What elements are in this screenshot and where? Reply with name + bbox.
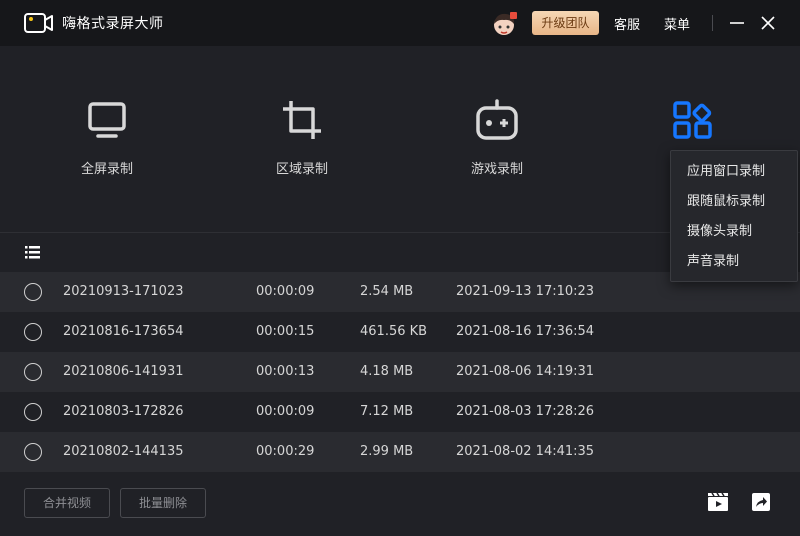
table-row[interactable]: 20210802-144135 00:00:29 2.99 MB 2021-08… [0, 432, 800, 472]
share-icon[interactable] [751, 492, 771, 512]
footer-bar: 合并视频 批量删除 [0, 472, 800, 536]
recording-name: 20210816-173654 [63, 324, 184, 339]
row-select-radio[interactable] [24, 323, 42, 341]
dropdown-item-window[interactable]: 应用窗口录制 [671, 157, 797, 187]
table-row[interactable]: 20210806-141931 00:00:13 4.18 MB 2021-08… [0, 352, 800, 392]
recording-name: 20210913-171023 [63, 284, 184, 299]
camera-logo-icon [24, 13, 53, 33]
recording-duration: 00:00:13 [256, 364, 315, 379]
mode-region-label: 区域录制 [275, 162, 328, 177]
crop-icon [283, 101, 321, 139]
dropdown-item-audio[interactable]: 声音录制 [671, 247, 797, 277]
recording-duration: 00:00:15 [256, 324, 315, 339]
gamepad-icon [476, 99, 518, 140]
recording-duration: 00:00:29 [256, 444, 315, 459]
titlebar-divider [712, 15, 713, 31]
recording-name: 20210803-172826 [63, 404, 184, 419]
recording-duration: 00:00:09 [256, 284, 315, 299]
recording-size: 2.99 MB [360, 444, 414, 459]
row-select-radio[interactable] [24, 283, 42, 301]
recording-size: 7.12 MB [360, 404, 414, 419]
mode-game-label: 游戏录制 [470, 162, 523, 177]
title-bar: 嗨格式录屏大师 升级团队 客服 菜单 [0, 0, 800, 46]
dropdown-item-camera[interactable]: 摄像头录制 [671, 217, 797, 247]
recording-size: 4.18 MB [360, 364, 414, 379]
mode-fullscreen-label: 全屏录制 [80, 162, 133, 177]
row-select-radio[interactable] [24, 443, 42, 461]
recording-date: 2021-08-06 14:19:31 [456, 364, 595, 379]
row-select-radio[interactable] [24, 363, 42, 381]
recording-date: 2021-08-02 14:41:35 [456, 444, 595, 459]
avatar-icon[interactable] [490, 10, 518, 38]
merge-videos-button[interactable]: 合并视频 [24, 488, 110, 518]
mode-game[interactable]: 游戏录制 [437, 98, 557, 177]
recording-list: 20210913-171023 00:00:09 2.54 MB 2021-09… [0, 272, 800, 472]
more-modes-dropdown: 应用窗口录制 跟随鼠标录制 摄像头录制 声音录制 [670, 150, 798, 282]
close-icon[interactable] [758, 13, 778, 33]
upgrade-team-button[interactable]: 升级团队 [532, 11, 599, 35]
recording-name: 20210806-141931 [63, 364, 184, 379]
recording-date: 2021-08-16 17:36:54 [456, 324, 595, 339]
mode-region[interactable]: 区域录制 [242, 98, 362, 177]
row-select-radio[interactable] [24, 403, 42, 421]
list-view-icon[interactable] [25, 246, 40, 259]
dropdown-item-follow-mouse[interactable]: 跟随鼠标录制 [671, 187, 797, 217]
recording-duration: 00:00:09 [256, 404, 315, 419]
mode-fullscreen[interactable]: 全屏录制 [47, 98, 167, 177]
recording-size: 461.56 KB [360, 324, 428, 339]
monitor-icon [88, 102, 126, 138]
table-row[interactable]: 20210816-173654 00:00:15 461.56 KB 2021-… [0, 312, 800, 352]
recording-date: 2021-09-13 17:10:23 [456, 284, 595, 299]
recording-size: 2.54 MB [360, 284, 414, 299]
minimize-icon[interactable] [727, 13, 747, 33]
video-edit-icon[interactable] [707, 492, 729, 512]
batch-delete-button[interactable]: 批量删除 [120, 488, 206, 518]
recording-date: 2021-08-03 17:28:26 [456, 404, 595, 419]
menu-link[interactable]: 菜单 [664, 14, 690, 33]
app-title: 嗨格式录屏大师 [62, 16, 164, 32]
customer-service-link[interactable]: 客服 [614, 14, 640, 33]
apps-icon [673, 101, 712, 139]
table-row[interactable]: 20210803-172826 00:00:09 7.12 MB 2021-08… [0, 392, 800, 432]
recording-name: 20210802-144135 [63, 444, 184, 459]
